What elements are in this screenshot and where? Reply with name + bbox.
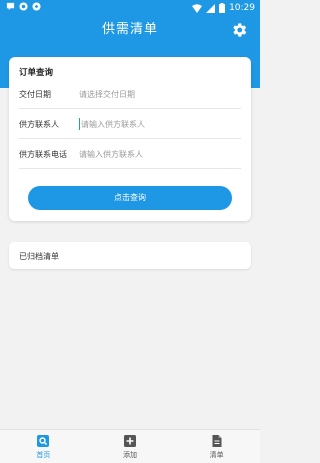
query-button[interactable]: 点击查询 [28,186,232,210]
supplier-contact-field[interactable] [81,116,241,132]
home-search-icon [37,435,50,447]
delivery-date-row[interactable]: 交付日期 [19,79,241,109]
battery-icon [219,3,226,13]
supplier-contact-label: 供方联系人 [19,120,59,129]
app-bar: 供需清单 [0,16,260,46]
order-query-card: 订单查询 交付日期 供方联系人 供方联系电话 点击查询 [9,57,251,221]
nav-item-home[interactable]: 首页 [0,430,87,463]
nav-label-add: 添加 [123,451,137,459]
status-time: 10:29 [229,3,255,13]
archived-list-card[interactable]: 已归档清单 [9,242,251,269]
notification-icon [6,2,15,11]
status-left-icons [6,2,41,11]
nav-label-home: 首页 [36,451,51,459]
page-title: 供需清单 [101,22,158,37]
bottom-navigation: 首页 添加 清单 [0,429,260,463]
sync-icon [19,2,28,11]
archived-list-label: 已归档清单 [19,252,59,261]
app-screen: 10:29 供需清单 订单查询 交付日期 供方联系人 供方联系电话 点击查询 已… [0,0,260,463]
wifi-icon [192,3,203,13]
delivery-date-field[interactable] [79,86,241,102]
supplier-phone-label: 供方联系电话 [19,150,67,159]
nav-item-add[interactable]: 添加 [87,430,174,463]
signal-icon [206,3,216,13]
add-icon [124,435,136,447]
text-cursor [79,118,80,130]
supplier-contact-row[interactable]: 供方联系人 [19,109,241,139]
gear-icon[interactable] [230,21,248,39]
delivery-date-label: 交付日期 [19,90,51,99]
status-bar: 10:29 [0,0,260,16]
status-right-icons: 10:29 [192,2,255,14]
nav-label-list: 清单 [209,451,224,459]
supplier-phone-field[interactable] [79,146,241,162]
document-icon [212,435,222,447]
nav-item-list[interactable]: 清单 [173,430,260,463]
app-badge-icon [32,2,41,11]
order-query-title: 订单查询 [19,68,54,78]
supplier-phone-row[interactable]: 供方联系电话 [19,139,241,169]
